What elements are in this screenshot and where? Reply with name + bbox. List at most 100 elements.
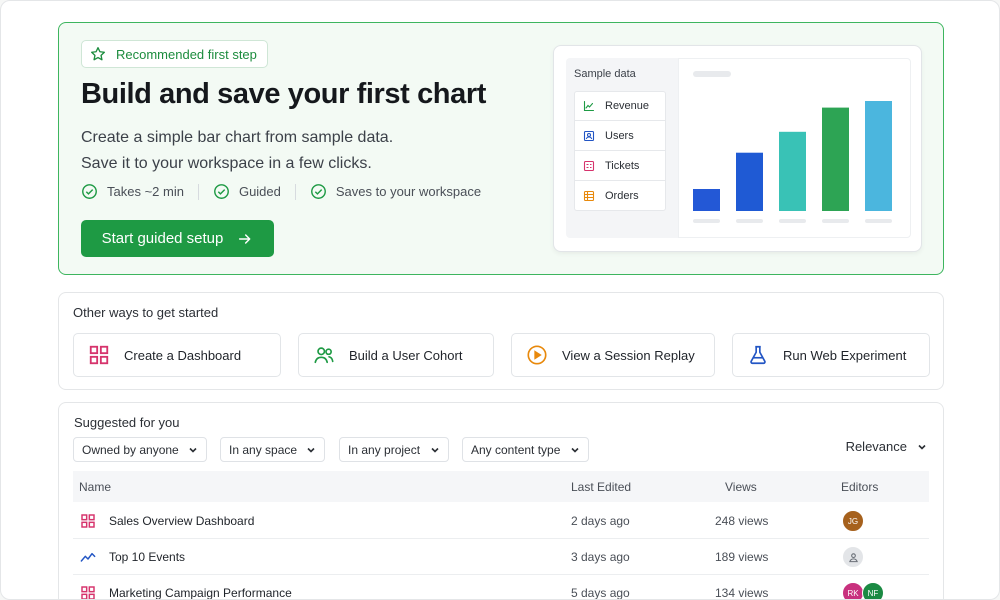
dashboard-icon [81,586,95,599]
start-guided-setup-button[interactable]: Start guided setup [81,220,274,257]
owner-filter-dropdown[interactable]: Owned by anyone [73,437,207,462]
chart-bar [779,131,806,211]
feature-item: Takes ~2 min [81,183,184,200]
table-row[interactable]: Sales Overview Dashboard 2 days ago 248 … [73,503,929,539]
row-last-edited: 2 days ago [571,514,630,528]
sort-dropdown[interactable]: Relevance [846,439,927,454]
cta-label: Start guided setup [101,230,224,247]
feature-item: Saves to your workspace [310,183,481,200]
feature-list: Takes ~2 min Guided Saves to your worksp… [81,183,481,200]
table-header: Name Last Edited Views Editors [73,471,929,502]
row-last-edited: 3 days ago [571,550,630,564]
chart-preview-card: Sample data Revenue Users Tickets Orders [553,45,922,252]
chart-bar [693,189,720,211]
chevron-down-icon [307,447,315,453]
filter-label: In any space [229,442,298,457]
editor-avatars [842,546,864,568]
way-label: Create a Dashboard [124,347,242,363]
chart-bar [822,107,849,211]
row-name[interactable]: Sales Overview Dashboard [109,514,254,528]
other-ways-title: Other ways to get started [73,305,219,320]
sample-data-label: Users [605,129,634,142]
editor-avatars: JG [842,510,864,532]
suggested-title: Suggested for you [74,415,180,430]
star-icon [91,47,105,61]
sample-data-list: Revenue Users Tickets Orders [574,91,666,211]
view-session-replay-button[interactable]: View a Session Replay [511,333,715,377]
editor-avatars: RK NF [842,582,884,599]
avatar: JG [842,510,864,532]
filter-label: Any content type [471,442,561,457]
hero-subtitle-line-2: Save it to your workspace in a few click… [81,155,372,172]
chevron-down-icon [571,447,579,453]
chart-tick-placeholder [865,219,892,223]
feature-label: Saves to your workspace [335,184,482,199]
column-header-last-edited[interactable]: Last Edited [571,480,631,494]
sample-data-item-users[interactable]: Users [574,121,666,151]
way-label: Build a User Cohort [349,347,463,363]
cohort-icon [314,347,334,364]
other-ways-panel: Other ways to get started Create a Dashb… [58,292,944,390]
check-circle-icon [310,184,326,199]
way-label: View a Session Replay [562,347,695,363]
sample-data-item-revenue[interactable]: Revenue [574,91,666,121]
row-name[interactable]: Marketing Campaign Performance [109,586,292,599]
recommended-badge: Recommended first step [81,40,268,68]
chart-tick-placeholder [779,219,806,223]
avatar: NF [862,582,884,599]
chart-preview-area [678,58,911,238]
bar-chart [693,101,892,223]
ticket-icon [583,160,595,171]
build-user-cohort-button[interactable]: Build a User Cohort [298,333,494,377]
check-circle-icon [214,184,229,199]
chevron-down-icon [189,447,197,453]
sample-data-panel: Sample data Revenue Users Tickets Orders [566,58,678,238]
badge-label: Recommended first step [116,46,257,62]
feature-label: Takes ~2 min [107,184,184,199]
arrow-right-icon [239,233,251,244]
divider [294,183,296,200]
orders-icon [583,190,595,201]
sample-data-title: Sample data [574,68,636,80]
row-last-edited: 5 days ago [571,586,630,600]
divider [197,183,199,200]
sort-label: Relevance [845,439,907,454]
hero-subtitle: Create a simple bar chart from sample da… [81,125,393,177]
row-name[interactable]: Top 10 Events [109,550,185,564]
hero-title: Build and save your first chart [81,78,486,110]
project-filter-dropdown[interactable]: In any project [339,437,449,462]
table-row[interactable]: Top 10 Events 3 days ago 189 views [73,539,929,575]
sample-data-label: Tickets [605,159,640,172]
space-filter-dropdown[interactable]: In any space [220,437,325,462]
column-header-editors[interactable]: Editors [841,480,878,494]
hero-card: Recommended first step Build and save yo… [58,22,944,275]
sample-data-item-tickets[interactable]: Tickets [574,151,666,181]
row-views: 134 views [715,586,769,600]
users-icon [583,130,595,141]
chevron-down-icon [431,447,439,453]
chart-bar [865,101,892,211]
user-icon [848,552,858,562]
avatar: RK [842,582,864,599]
row-views: 189 views [715,550,769,564]
sample-data-item-orders[interactable]: Orders [574,181,666,211]
dashboard-icon [81,514,95,528]
table-row[interactable]: Marketing Campaign Performance 5 days ag… [73,575,929,600]
run-web-experiment-button[interactable]: Run Web Experiment [732,333,930,377]
row-views: 248 views [715,514,769,528]
chart-tick-placeholder [822,219,849,223]
create-dashboard-button[interactable]: Create a Dashboard [73,333,281,377]
chart-bar [736,152,763,211]
content-type-filter-dropdown[interactable]: Any content type [462,437,589,462]
sample-data-label: Orders [605,189,639,202]
column-header-name[interactable]: Name [79,480,111,494]
app-frame: Recommended first step Build and save yo… [0,0,1000,600]
chart-tick-placeholder [693,219,720,223]
check-circle-icon [82,184,97,199]
suggested-panel: Suggested for you Owned by anyone In any… [58,402,944,600]
filter-label: Owned by anyone [82,442,179,457]
feature-label: Guided [238,184,281,199]
column-header-views[interactable]: Views [725,480,757,494]
way-label: Run Web Experiment [783,347,907,363]
avatar [842,546,864,568]
